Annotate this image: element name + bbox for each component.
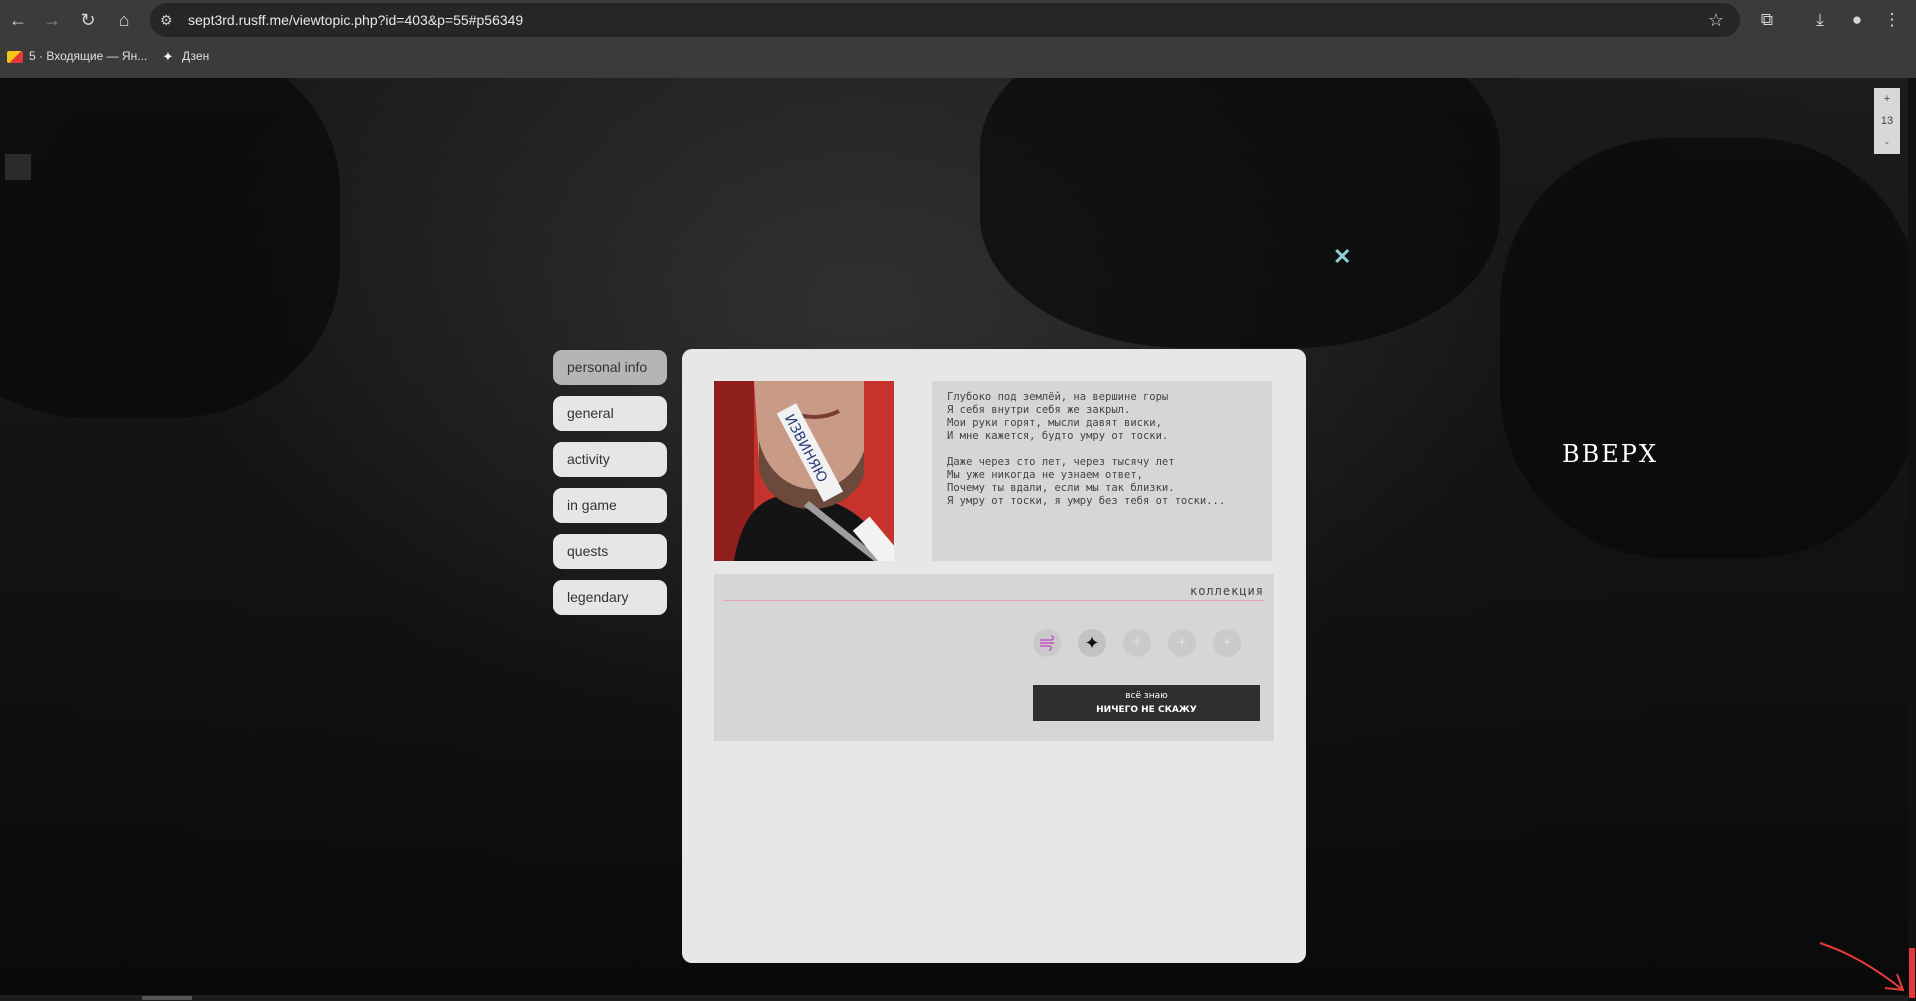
tab-quests[interactable]: quests xyxy=(553,534,667,569)
background-foliage xyxy=(1500,138,1916,558)
bookmark-star-icon[interactable]: ☆ xyxy=(1708,3,1724,37)
poem-line: Мои руки горят, мысли давят виски, xyxy=(947,417,1162,429)
browser-chrome: ← → ↻ ⌂ ⚙ sept3rd.rusff.me/viewtopic.php… xyxy=(0,0,1916,78)
scroll-up-link[interactable]: ВВЕРХ xyxy=(1562,440,1658,468)
collection-status-button[interactable]: всё знаю НИЧЕГО НЕ СКАЖУ xyxy=(1033,685,1260,721)
extensions-icon[interactable]: ⧉ xyxy=(1755,8,1779,32)
vertical-scrollbar[interactable] xyxy=(1908,78,1916,1001)
mail-icon xyxy=(7,50,23,63)
bookmark-label: Дзен xyxy=(182,49,210,63)
zoom-value: 13 xyxy=(1880,115,1894,127)
address-bar[interactable]: ⚙ sept3rd.rusff.me/viewtopic.php?id=403&… xyxy=(150,3,1740,37)
button-line-1: всё знаю xyxy=(1125,691,1168,701)
bookmark-label: 5 · Входящие — Ян... xyxy=(29,49,148,63)
dzen-icon: ✦ xyxy=(162,48,174,64)
page-corner-square[interactable] xyxy=(5,154,31,180)
zoom-out-button[interactable]: - xyxy=(1874,132,1900,154)
collection-divider xyxy=(723,600,1264,601)
poem-line: Я умру от тоски, я умру без тебя от тоск… xyxy=(947,495,1226,507)
profile-tabs: personal info general activity in game q… xyxy=(553,350,667,626)
poem-line: Я себя внутри себя же закрыл. xyxy=(947,404,1131,416)
collection-panel: коллекция ✦ + + + всё знаю НИЧЕГО НЕ СКА… xyxy=(714,574,1274,741)
collection-title: коллекция xyxy=(1189,584,1264,598)
profile-modal: ИЗВИНЯЮ Глубоко под землёй, на вершине г… xyxy=(682,349,1306,963)
browser-toolbar: ← → ↻ ⌂ ⚙ sept3rd.rusff.me/viewtopic.php… xyxy=(0,0,1916,40)
poem-line: Даже через сто лет, через тысячу лет xyxy=(947,456,1175,468)
background-foliage xyxy=(980,78,1500,348)
tab-general[interactable]: general xyxy=(553,396,667,431)
poem-line: И мне кажется, будто умру от тоски. xyxy=(947,430,1169,442)
bookmark-dzen[interactable]: ✦ Дзен xyxy=(160,44,210,68)
tab-activity[interactable]: activity xyxy=(553,442,667,477)
poem-line: Мы уже никогда не узнаем ответ, xyxy=(947,469,1143,481)
tab-personal-info[interactable]: personal info xyxy=(553,350,667,385)
download-icon[interactable]: ⤓ xyxy=(1808,8,1832,32)
poem-stanza-gap xyxy=(947,443,1257,456)
poem-line: Глубоко под землёй, на вершине горы xyxy=(947,391,1169,403)
poem-line: Почему ты вдали, если мы так близки. xyxy=(947,482,1175,494)
sparkle-icon[interactable]: ✦ xyxy=(1078,629,1106,657)
bookmark-mail[interactable]: 5 · Входящие — Ян... xyxy=(7,44,147,68)
tab-in-game[interactable]: in game xyxy=(553,488,667,523)
plus-icon[interactable]: + xyxy=(1213,629,1241,657)
red-arrow-icon xyxy=(1819,942,1905,992)
profile-photo: ИЗВИНЯЮ xyxy=(714,381,894,561)
home-icon[interactable]: ⌂ xyxy=(112,8,136,32)
font-size-control: + 13 - xyxy=(1874,88,1900,154)
button-line-2: НИЧЕГО НЕ СКАЖУ xyxy=(1096,705,1197,715)
tab-legendary[interactable]: legendary xyxy=(553,580,667,615)
forward-icon[interactable]: → xyxy=(40,8,64,32)
plus-icon[interactable]: + xyxy=(1168,629,1196,657)
menu-icon[interactable]: ⋮ xyxy=(1880,8,1904,32)
profile-icon[interactable]: ● xyxy=(1845,8,1869,32)
url-text[interactable]: sept3rd.rusff.me/viewtopic.php?id=403&p=… xyxy=(188,3,523,37)
back-icon[interactable]: ← xyxy=(6,8,30,32)
zoom-in-button[interactable]: + xyxy=(1874,88,1900,110)
background-foliage xyxy=(0,78,340,418)
horizontal-scrollbar[interactable] xyxy=(0,995,1908,1001)
reload-icon[interactable]: ↻ xyxy=(76,8,100,32)
close-icon[interactable]: ✕ xyxy=(1333,246,1351,268)
horizontal-scrollbar-thumb[interactable] xyxy=(142,996,192,1000)
bookmarks-bar: 5 · Входящие — Ян... ✦ Дзен xyxy=(0,44,1916,68)
site-info-icon[interactable]: ⚙ xyxy=(160,12,176,28)
plus-icon[interactable]: + xyxy=(1123,629,1151,657)
poem-block: Глубоко под землёй, на вершине горы Я се… xyxy=(932,381,1272,561)
wind-icon[interactable] xyxy=(1033,629,1061,657)
